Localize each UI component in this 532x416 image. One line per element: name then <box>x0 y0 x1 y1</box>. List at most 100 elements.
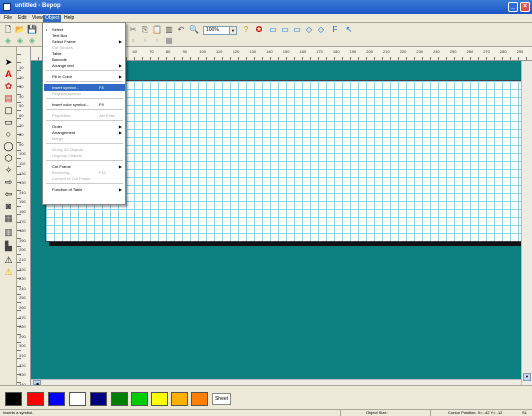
flip-icon[interactable]: ▫ <box>152 36 162 46</box>
status-bar: Inserts a symbol. Object Size: Cursor Po… <box>0 409 532 416</box>
ruler-label: 190 <box>19 237 26 243</box>
ruler-label: 260 <box>19 305 26 310</box>
zoom-icon[interactable]: 🔍 <box>189 25 199 35</box>
copy-icon[interactable]: ⎘ <box>140 25 150 35</box>
zoom-select[interactable]: 100% ▼ <box>203 26 237 35</box>
ruler-label: 240 <box>433 49 440 54</box>
menu-item-label: Convert to Cut Frame <box>52 176 91 181</box>
delete-icon[interactable]: ▥ <box>164 25 174 35</box>
chevron-down-icon[interactable]: ▼ <box>229 27 236 34</box>
menu-item-fill-in-color[interactable]: Fill in Color ▶ <box>44 73 125 80</box>
ruler-label: 270 <box>483 49 490 54</box>
ruler-label: 70 <box>19 122 24 128</box>
chart-tool-icon[interactable]: ▙ <box>3 241 14 252</box>
menu-item-register-symbol[interactable]: Register symbol <box>44 90 125 97</box>
menu-help[interactable]: Help <box>62 15 76 22</box>
barcode-tool-icon[interactable]: ▥ <box>3 227 14 238</box>
menu-item-convert-to-cut-frame[interactable]: Convert to Cut Frame <box>44 175 125 182</box>
ungroup-icon[interactable]: ◈ <box>15 36 25 46</box>
menu-item-merge[interactable]: Merge <box>44 135 125 142</box>
rounded-rect-tool-icon[interactable]: ▭ <box>3 117 14 128</box>
ruler-label: 180 <box>19 228 26 234</box>
close-button[interactable]: × <box>520 2 530 12</box>
star-tool-icon[interactable]: ✧ <box>3 165 14 176</box>
help-icon[interactable]: ? <box>241 25 251 35</box>
color-swatch-green[interactable] <box>111 392 128 406</box>
menu-item-label: Function of Table <box>52 187 83 192</box>
front-icon[interactable]: ▫ <box>128 36 138 46</box>
menu-separator <box>46 160 123 161</box>
menu-item-properties[interactable]: Properties... Alt+Enter <box>44 112 125 119</box>
ruler-label: 150 <box>282 49 290 54</box>
layers-icon[interactable]: ◇ <box>304 25 314 35</box>
mascot-icon[interactable]: ✪ <box>254 25 264 35</box>
link-icon[interactable]: ▭ <box>292 25 302 35</box>
ruler-label: 50 <box>19 103 24 109</box>
color-swatch-orange[interactable] <box>191 392 208 406</box>
color-swatch-white[interactable] <box>69 392 86 406</box>
ruler-label: 100 <box>19 151 26 157</box>
grid-tool-icon[interactable]: ▦ <box>3 213 14 224</box>
rectangle-tool-icon[interactable]: ▢ <box>3 105 14 116</box>
menu-item-label: Fill in Color <box>52 74 73 79</box>
color-swatch-yellow[interactable] <box>151 392 168 406</box>
arrow-right-tool-icon[interactable]: ⇨ <box>3 177 14 188</box>
color-swatch-black[interactable] <box>5 392 22 406</box>
paste-icon[interactable]: 📋 <box>152 25 162 35</box>
title-bar: untitled - Bepop _ × <box>0 0 532 14</box>
ruler-label: 280 <box>19 324 26 330</box>
submenu-arrow-icon: ▶ <box>118 63 122 68</box>
ruler-label: 230 <box>416 49 424 54</box>
menu-object[interactable]: Object <box>43 15 62 22</box>
barcode-icon[interactable]: F <box>330 25 340 35</box>
color-swatch-navy[interactable] <box>90 392 107 406</box>
text-tool-icon[interactable]: A <box>3 69 14 80</box>
pointer-icon[interactable]: ➤ <box>3 57 14 68</box>
menu-item-arrange-text[interactable]: Arrange text ▶ <box>44 62 125 69</box>
ruler-label: 90 <box>19 141 24 147</box>
ruler-label: 310 <box>19 353 26 358</box>
ruler-label: 230 <box>19 276 26 282</box>
color-swatch-blue[interactable] <box>48 392 65 406</box>
group-shapes-icon[interactable]: ▭ <box>280 25 290 35</box>
warning-icon[interactable]: ⚠ <box>3 267 14 278</box>
undo-icon[interactable]: ↶ <box>176 25 186 35</box>
ruler-label: 80 <box>165 49 171 54</box>
menu-item-ungroup-objects[interactable]: Ungroup Objects <box>44 152 125 159</box>
mascot-tool-icon[interactable]: ✿ <box>3 81 14 92</box>
layer-icon[interactable]: ◈ <box>27 36 37 46</box>
color-swatch-lime[interactable] <box>131 392 148 406</box>
arrow-left-tool-icon[interactable]: ⇦ <box>3 189 14 200</box>
circle-tool-icon[interactable]: ◯ <box>3 141 14 152</box>
menu-item-function-of-table[interactable]: Function of Table ▶ <box>44 186 125 193</box>
vertical-scrollbar[interactable]: ▼ <box>521 61 532 385</box>
menu-file[interactable]: File <box>2 15 14 22</box>
warning-outline-icon[interactable]: ⚠ <box>3 255 14 266</box>
zoom-value: 100% <box>206 27 219 33</box>
ellipse-tool-icon[interactable]: ○ <box>3 129 14 140</box>
minimize-button[interactable]: _ <box>508 2 518 12</box>
scroll-down-button[interactable]: ▼ <box>523 373 531 381</box>
sheet-button[interactable]: Sheet <box>212 393 231 405</box>
status-divider <box>430 410 431 416</box>
group-icon[interactable]: ◈ <box>3 36 13 46</box>
menu-item-insert-color-symbol[interactable]: Insert color symbol... F9 <box>44 101 125 108</box>
font-icon[interactable]: ◇ <box>316 25 326 35</box>
save-icon[interactable]: 💾 <box>27 25 37 35</box>
menu-edit[interactable]: Edit <box>16 15 29 22</box>
shape-tool-icon-2[interactable]: ◙ <box>3 201 14 212</box>
open-file-icon[interactable]: 📂 <box>15 25 25 35</box>
image-tool-icon[interactable]: ▤ <box>3 93 14 104</box>
align-icon[interactable]: ↖ <box>344 25 354 35</box>
ruler-label: 240 <box>19 285 26 291</box>
color-swatch-red[interactable] <box>27 392 44 406</box>
object-size-label: Object Size: <box>366 410 388 415</box>
shape-tool-icon[interactable]: ▭ <box>268 25 278 35</box>
new-file-icon[interactable]: 🗋 <box>3 25 13 35</box>
cut-icon[interactable]: ✂ <box>128 25 138 35</box>
menu-item-label: Insert color symbol... <box>52 102 89 107</box>
color-swatch-gold[interactable] <box>171 392 188 406</box>
table-icon[interactable]: ▦ <box>164 36 174 46</box>
back-icon[interactable]: ▫ <box>140 36 150 46</box>
polygon-tool-icon[interactable]: ⬡ <box>3 153 14 164</box>
